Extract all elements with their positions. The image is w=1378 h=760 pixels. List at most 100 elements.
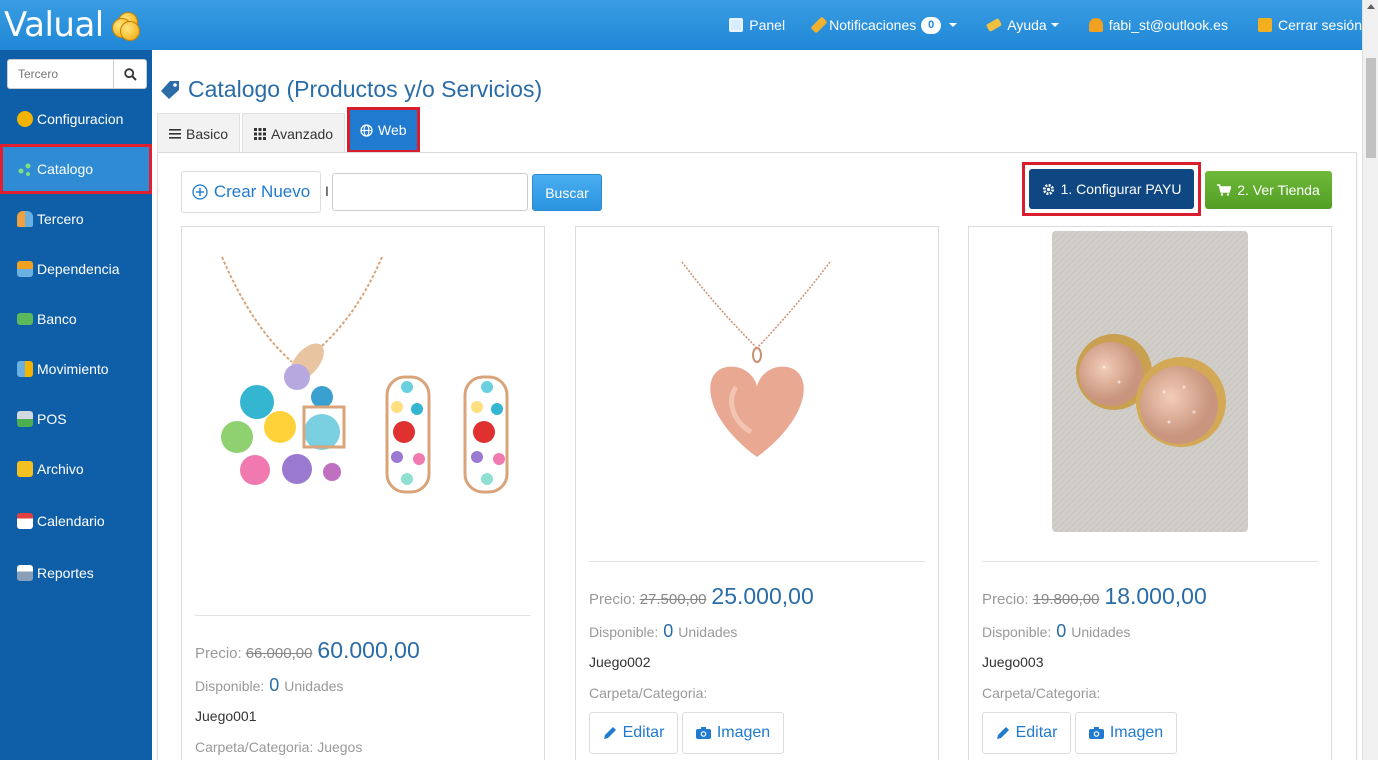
sidebar-item-tercero[interactable]: Tercero	[0, 194, 152, 244]
chevron-down-icon	[1050, 23, 1059, 27]
grid-icon	[254, 127, 267, 140]
category-label: Carpeta/Categoria:	[195, 739, 314, 755]
sidebar-item-movimiento[interactable]: Movimiento	[0, 344, 152, 394]
sidebar-item-label: Archivo	[37, 461, 84, 477]
tab-label: Basico	[186, 125, 229, 142]
printer-icon	[17, 565, 33, 581]
blocks-icon	[17, 261, 33, 277]
app-logo[interactable]: Valual	[4, 5, 140, 45]
availability-units: Unidades	[678, 624, 738, 640]
broom-icon	[810, 16, 828, 34]
top-bar: Valual Panel Notificaciones 0 Ayuda fabi…	[0, 0, 1362, 50]
nav-logout[interactable]: Cerrar sesión	[1257, 17, 1362, 33]
camera-icon	[1088, 727, 1104, 739]
sidebar-item-label: Dependencia	[37, 261, 120, 277]
price-label: Precio:	[195, 645, 242, 662]
price-row: Precio: 66.000,00 60.000,00	[195, 637, 420, 664]
sidebar-item-calendario[interactable]: Calendario	[0, 494, 152, 548]
page-scrollbar[interactable]	[1362, 0, 1378, 760]
page-title: Catalogo (Productos y/o Servicios)	[160, 76, 542, 103]
sidebar-item-reportes[interactable]: Reportes	[0, 548, 152, 598]
page-title-text: Catalogo (Productos y/o Servicios)	[188, 76, 543, 102]
category-label: Carpeta/Categoria:	[589, 685, 708, 701]
nav-notificaciones-label: Notificaciones	[829, 17, 917, 33]
category-row: Carpeta/Categoria: Juegos	[195, 739, 362, 755]
gear-icon	[17, 111, 33, 127]
price-row: Precio: 19.800,00 18.000,00	[982, 583, 1207, 610]
card-divider	[589, 561, 925, 562]
product-code: Juego003	[982, 654, 1044, 670]
plus-circle-icon	[192, 184, 208, 200]
old-price: 19.800,00	[1032, 591, 1100, 608]
pencil-icon	[996, 726, 1010, 740]
list-icon	[169, 128, 181, 139]
availability-row: Disponible: 0 Unidades	[982, 621, 1130, 642]
imagen-button[interactable]: Imagen	[682, 712, 784, 754]
availability-row: Disponible: 0 Unidades	[195, 675, 343, 696]
toolbar-separator: I	[325, 183, 329, 199]
buscar-button[interactable]: Buscar	[532, 174, 602, 211]
product-image-necklace-earrings[interactable]	[182, 227, 544, 527]
tab-basico[interactable]: Basico	[157, 113, 241, 153]
editar-button[interactable]: Editar	[982, 712, 1071, 754]
sidebar-search-input[interactable]	[8, 60, 114, 88]
configurar-payu-label: 1. Configurar PAYU	[1060, 181, 1182, 197]
sidebar-item-banco[interactable]: Banco	[0, 294, 152, 344]
nav-ayuda-label: Ayuda	[1007, 17, 1047, 33]
availability-label: Disponible:	[589, 624, 659, 640]
catalog-search-input[interactable]	[332, 173, 528, 211]
crear-nuevo-button[interactable]: Crear Nuevo	[181, 171, 321, 213]
editar-label: Editar	[622, 724, 665, 741]
globe-icon	[360, 123, 373, 137]
availability-units: Unidades	[1071, 624, 1131, 640]
ver-tienda-label: 2. Ver Tienda	[1237, 182, 1320, 198]
lock-icon	[1257, 18, 1272, 32]
tab-web[interactable]: Web	[347, 107, 420, 153]
sidebar-item-pos[interactable]: POS	[0, 394, 152, 444]
card-divider	[195, 615, 531, 616]
old-price: 27.500,00	[639, 591, 707, 608]
chevron-down-icon	[949, 23, 958, 27]
nav-ayuda[interactable]: Ayuda	[986, 17, 1059, 33]
sidebar-item-label: Configuracion	[37, 111, 124, 127]
tab-avanzado[interactable]: Avanzado	[242, 113, 346, 153]
current-price: 18.000,00	[1104, 583, 1207, 609]
product-card: Precio: 19.800,00 18.000,00 Disponible: …	[968, 226, 1332, 760]
configurar-payu-button[interactable]: 1. Configurar PAYU	[1029, 169, 1194, 209]
view-tabs: Basico Avanzado Web	[157, 107, 422, 153]
product-code: Juego002	[589, 654, 651, 670]
sidebar-item-configuracion[interactable]: Configuracion	[0, 94, 152, 144]
availability-label: Disponible:	[195, 678, 265, 694]
cubes-icon	[17, 361, 33, 377]
sidebar-item-label: Calendario	[37, 513, 105, 529]
sidebar-item-archivo[interactable]: Archivo	[0, 444, 152, 494]
category-row: Carpeta/Categoria:	[589, 685, 707, 701]
tab-label: Web	[378, 122, 407, 138]
availability-label: Disponible:	[982, 624, 1052, 640]
old-price: 66.000,00	[245, 645, 313, 662]
product-image-heart-necklace[interactable]	[576, 227, 938, 547]
ver-tienda-button[interactable]: 2. Ver Tienda	[1205, 171, 1332, 209]
sidebar-item-dependencia[interactable]: Dependencia	[0, 244, 152, 294]
nav-panel[interactable]: Panel	[729, 17, 785, 33]
editar-button[interactable]: Editar	[589, 712, 678, 754]
sidebar-menu: Configuracion Catalogo Tercero Dependenc…	[0, 94, 152, 598]
price-label: Precio:	[589, 591, 636, 608]
pencil-icon	[986, 18, 1003, 32]
nav-notificaciones[interactable]: Notificaciones 0	[810, 16, 958, 34]
sidebar-item-catalogo[interactable]: Catalogo	[0, 144, 152, 194]
calendar-icon	[17, 513, 33, 529]
sidebar-search-button[interactable]	[114, 60, 146, 88]
sidebar: Configuracion Catalogo Tercero Dependenc…	[0, 50, 152, 760]
product-image-stud-earrings[interactable]	[969, 227, 1331, 547]
scroll-thumb[interactable]	[1366, 58, 1376, 158]
nav-user[interactable]: fabi_st@outlook.es	[1088, 17, 1228, 33]
sidebar-item-label: Movimiento	[37, 361, 109, 377]
category-label: Carpeta/Categoria:	[982, 685, 1101, 701]
availability-units: Unidades	[284, 678, 344, 694]
scroll-up-icon[interactable]	[1367, 4, 1375, 9]
product-code: Juego001	[195, 708, 257, 724]
card-divider	[982, 561, 1318, 562]
imagen-button[interactable]: Imagen	[1075, 712, 1177, 754]
money-icon	[17, 313, 33, 325]
